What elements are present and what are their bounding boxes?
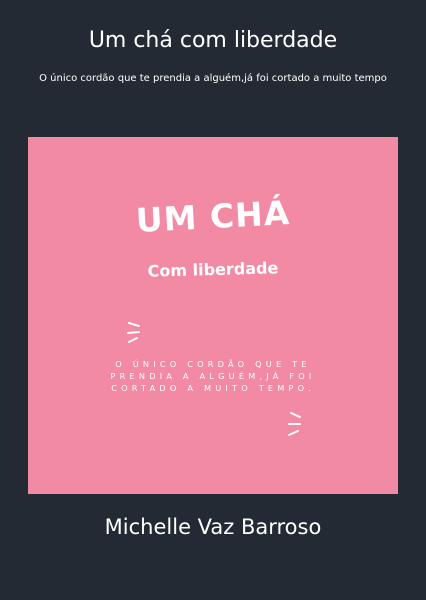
artwork-quote-line: PRENDIA A ALGUÉM,JÁ FOI (110, 371, 316, 381)
book-title: Um chá com liberdade (88, 28, 338, 53)
book-subtitle: O único cordão que te prendia a alguém,j… (39, 73, 387, 84)
artwork-quote: O ÚNICO CORDÃO QUE TE PRENDIA A ALGUÉM,J… (66, 358, 360, 394)
artwork-title: UM CHÁ (134, 192, 292, 241)
sparkle-lines-icon (126, 320, 144, 346)
book-author: Michelle Vaz Barroso (104, 515, 322, 539)
sparkle-lines-icon (284, 409, 304, 439)
cover-artwork: UM CHÁ Com liberdade O ÚNICO CORDÃO QUE … (28, 137, 398, 494)
artwork-subtitle: Com liberdade (147, 258, 279, 281)
artwork-quote-line: O ÚNICO CORDÃO QUE TE (115, 359, 311, 369)
artwork-quote-line: CORTADO A MUITO TEMPO. (111, 383, 315, 393)
